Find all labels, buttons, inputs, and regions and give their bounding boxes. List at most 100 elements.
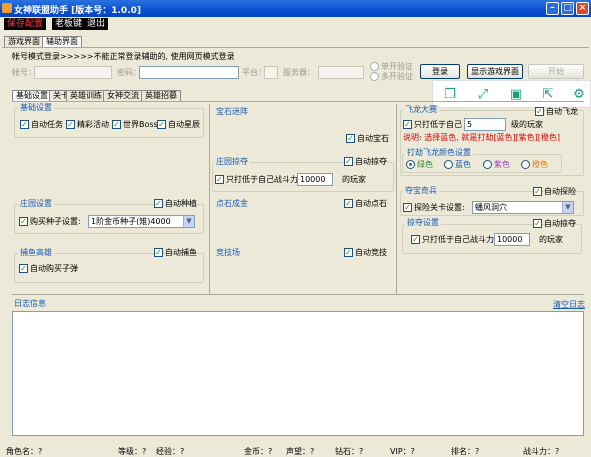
color-orange-label: 橙色 [532,160,548,169]
platform-label: 平台： [242,68,266,77]
menu-boss-key[interactable]: 老板键 [52,18,86,30]
auto-star-label: 自动星辰 [168,120,200,129]
world-boss-checkbox[interactable]: ✓ [112,120,121,129]
auto-dragon-checkbox[interactable]: ✓ [535,107,544,116]
menu-bar: 保存配置 老板键 退出 [0,17,591,32]
tab-assist[interactable]: 辅助界面 [42,36,82,47]
color-blue-radio[interactable] [444,160,453,169]
single-verify-radio[interactable] [370,62,379,71]
dragon-level-input[interactable]: 5 [464,118,506,131]
auto-plunder-label: 自动掠夺 [544,219,576,228]
treasure-level-select[interactable]: 蟠风洞穴 ▼ [472,201,574,214]
plunder-only-lower-checkbox[interactable]: ✓ [411,235,420,244]
manor-only-lower-label: 只打低于自己战斗力 [226,175,298,184]
dragon-level-suffix: 级的玩家 [511,120,543,129]
tab-game[interactable]: 游戏界面 [4,36,44,47]
treasure-level-label: 探险关卡设置: [414,203,465,212]
show-game-button[interactable]: 显示游戏界面 [467,64,523,79]
event-checkbox[interactable]: ✓ [66,120,75,129]
manor-player-suffix: 的玩家 [342,175,366,184]
auto-fish-checkbox[interactable]: ✓ [154,248,163,257]
seed-select[interactable]: 1阶金币种子(雉)4000 ▼ [88,215,195,228]
auto-task-label: 自动任务 [31,120,63,129]
color-orange-radio[interactable] [521,160,530,169]
plunder-power-input[interactable]: 10000 [494,233,530,246]
multi-verify-label: 多开验证 [381,72,413,81]
auto-gem-checkbox[interactable]: ✓ [346,134,355,143]
dragon-note: 说明: 选择蓝色, 就是打劫[蓝色][紫色][橙色] [403,133,561,142]
color-blue-label: 蓝色 [455,160,471,169]
tab-hero-training[interactable]: 英雄训练 [66,90,106,101]
tab-basic-settings[interactable]: 基础设置 [12,90,52,101]
log-title: 日志信息 [12,299,48,309]
tab-goddess[interactable]: 女神交流 [103,90,143,101]
plunder-player-suffix: 的玩家 [539,235,563,244]
treasure-level-value: 蟠风洞穴 [475,203,507,212]
tab-hero-recruit[interactable]: 英雄招募 [141,90,181,101]
plunder-only-lower-label: 只打低于自己战斗力 [422,235,494,244]
dragon-title: 飞龙大赛 [403,105,439,115]
dragon-only-lower-checkbox[interactable]: ✓ [403,120,412,129]
password-field[interactable] [139,66,239,79]
auto-gem-label: 自动宝石 [357,134,389,143]
auto-plunder-checkbox[interactable]: ✓ [533,219,542,228]
login-button[interactable]: 登录 [420,64,460,79]
login-mode-text: 帐号模式登录>>>>>不能正常登录辅助的, 使用网页模式登录 [12,52,235,61]
app-icon [2,3,12,13]
color-purple-label: 紫色 [494,160,510,169]
treasure-title: 夺宝奇兵 [403,186,439,196]
log-divider [12,294,584,295]
auto-star-checkbox[interactable]: ✓ [157,120,166,129]
menu-exit[interactable]: 退出 [84,18,109,30]
dragon-color-title: 打劫飞龙颜色设置 [405,148,473,158]
manor-only-lower-checkbox[interactable]: ✓ [215,175,224,184]
auto-treasure-checkbox[interactable]: ✓ [533,187,542,196]
event-label: 精彩活动 [77,120,109,129]
auto-task-checkbox[interactable]: ✓ [20,120,29,129]
platform-select[interactable] [264,66,278,79]
auto-arena-label: 自动竞技 [355,248,387,257]
auto-fish-label: 自动捕鱼 [165,248,197,257]
auto-plant-checkbox[interactable]: ✓ [154,199,163,208]
auto-stone-checkbox[interactable]: ✓ [344,199,353,208]
account-select[interactable] [34,66,112,79]
auto-treasure-label: 自动探险 [544,187,576,196]
manor-power-input[interactable]: 10000 [297,173,333,186]
auto-plant-label: 自动种植 [165,199,197,208]
arena-title: 竞技场 [214,248,242,258]
chevron-down-icon[interactable]: ▼ [183,216,194,227]
log-textarea[interactable] [12,311,584,436]
account-label: 帐号： [12,68,36,77]
chevron-down-icon[interactable]: ▼ [562,202,573,213]
window-title: 女神联盟助手 [版本号：1.0.0] [14,6,141,16]
manor-plunder-checkbox[interactable]: ✓ [344,157,353,166]
basic-settings-title: 基础设置 [18,103,54,113]
title-bar: 女神联盟助手 [版本号：1.0.0] – □ × [0,0,591,17]
manor-plunder-label: 自动掠夺 [355,157,387,166]
minimize-button[interactable]: – [546,2,559,15]
buy-seed-label: 购买种子设置: [30,217,81,226]
fish-title: 捕鱼高雄 [18,248,54,258]
maximize-button[interactable]: □ [561,2,574,15]
manor-plunder-title: 庄园掠夺 [214,157,250,167]
color-purple-radio[interactable] [483,160,492,169]
subtab-divider [12,101,584,102]
buy-bait-label: 自动购买子弹 [30,264,78,273]
buy-bait-checkbox[interactable]: ✓ [19,264,28,273]
menu-save-config[interactable]: 保存配置 [4,18,47,30]
start-button[interactable]: 开始 [528,64,584,79]
color-green-radio[interactable] [406,160,415,169]
close-button[interactable]: × [576,2,589,15]
treasure-level-checkbox[interactable]: ✓ [403,203,412,212]
auto-stone-label: 自动点石 [355,199,387,208]
auto-dragon-label: 自动飞龙 [546,107,578,116]
server-select[interactable] [318,66,364,79]
auto-arena-checkbox[interactable]: ✓ [344,248,353,257]
seed-select-value: 1阶金币种子(雉)4000 [91,217,171,226]
multi-verify-radio[interactable] [370,72,379,81]
gem-maze-title: 宝石迷阵 [214,107,250,117]
dragon-only-lower-label: 只打低于自己 [414,120,462,129]
buy-seed-checkbox[interactable]: ✓ [19,217,28,226]
clear-log-link[interactable]: 清空日志 [553,300,585,310]
plunder-title: 掠夺设置 [405,218,441,228]
